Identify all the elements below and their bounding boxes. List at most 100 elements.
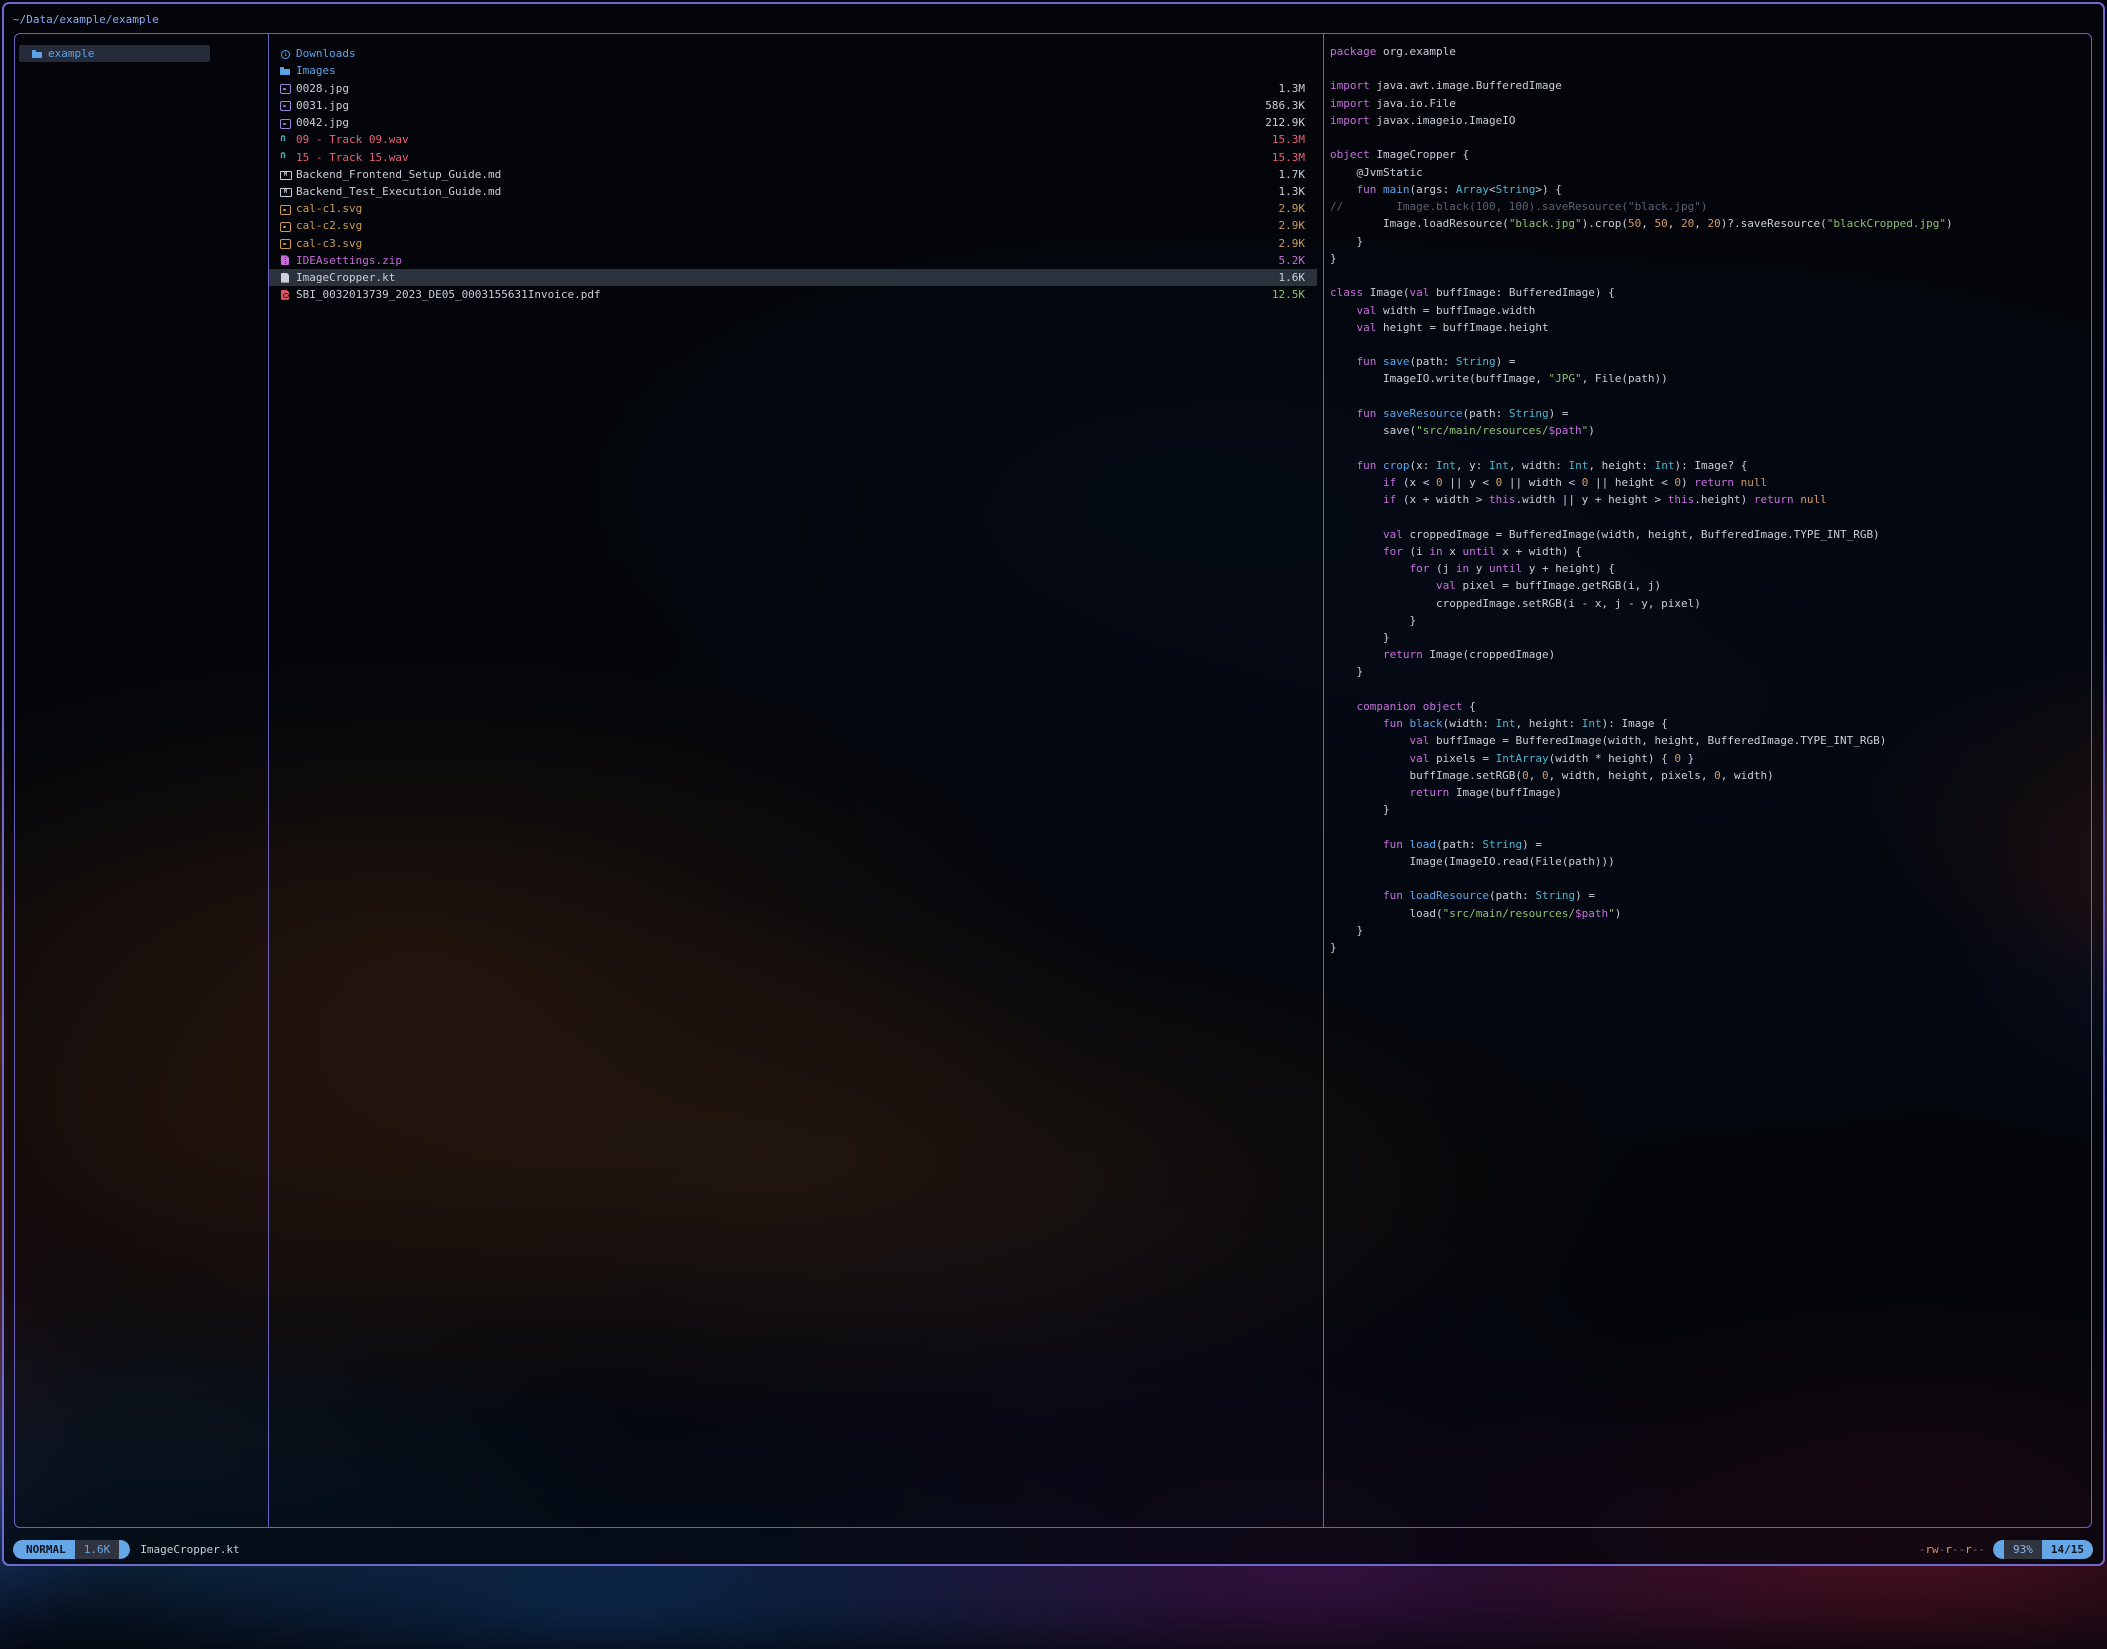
code-line: fun main(args: Array<String>) { bbox=[1330, 183, 2090, 200]
file-row[interactable]: cal-c2.svg 2.9K bbox=[269, 217, 1317, 234]
code-line: } bbox=[1330, 614, 2090, 631]
code-line: package org.example bbox=[1330, 45, 2090, 62]
image-icon bbox=[280, 203, 291, 215]
file-name: cal-c3.svg bbox=[296, 237, 362, 250]
code-line: return Image(buffImage) bbox=[1330, 786, 2090, 803]
permissions-text: -rw-r--r-- bbox=[1919, 1543, 1985, 1556]
panes-frame: example Downloads Images 0028.jpg1.3M0031.… bbox=[14, 33, 2092, 1528]
code-token: height = buffImage.height bbox=[1376, 321, 1548, 334]
status-bar: NORMAL 1.6K ImageCropper.kt -rw-r--r-- 9… bbox=[13, 1540, 2093, 1559]
code-token: companion bbox=[1357, 700, 1417, 713]
code-token: 0 bbox=[1542, 769, 1549, 782]
code-token: (width * height) { bbox=[1549, 752, 1675, 765]
file-name: cal-c2.svg bbox=[296, 219, 362, 232]
code-token: || width < bbox=[1502, 476, 1581, 489]
code-token: Array bbox=[1456, 183, 1489, 196]
code-token: until bbox=[1462, 545, 1495, 558]
code-token: ) = bbox=[1549, 407, 1569, 420]
code-token: (i bbox=[1403, 545, 1430, 558]
code-token: fun bbox=[1357, 355, 1377, 368]
file-row[interactable]: 15 - Track 15.wav15.3M bbox=[269, 148, 1317, 165]
permission-char: r bbox=[1965, 1543, 1972, 1556]
code-token: ) = bbox=[1522, 838, 1542, 851]
code-line: val buffImage = BufferedImage(width, hei… bbox=[1330, 734, 2090, 751]
code-token: } bbox=[1681, 752, 1694, 765]
parent-pane[interactable]: example bbox=[16, 34, 268, 1527]
code-token: ) bbox=[1588, 424, 1595, 437]
image-icon bbox=[280, 99, 291, 111]
code-token: this bbox=[1668, 493, 1695, 506]
file-row[interactable]: cal-c1.svg2.9K bbox=[269, 200, 1317, 217]
code-token: val bbox=[1357, 304, 1377, 317]
code-token bbox=[1330, 183, 1357, 196]
code-token: , bbox=[1641, 217, 1654, 230]
file-name: Images bbox=[296, 64, 336, 77]
permission-char: r bbox=[1925, 1543, 1932, 1556]
code-token: 50 bbox=[1655, 217, 1668, 230]
code-token: ) bbox=[1615, 907, 1622, 920]
code-line: object ImageCropper { bbox=[1330, 148, 2090, 165]
code-token: object bbox=[1330, 148, 1370, 161]
code-token bbox=[1376, 459, 1383, 472]
code-token: 0 bbox=[1436, 476, 1443, 489]
file-name: Backend_Frontend_Setup_Guide.md bbox=[296, 168, 501, 181]
file-row[interactable]: Images bbox=[269, 62, 1317, 79]
file-row[interactable]: Downloads bbox=[269, 45, 1317, 62]
code-line bbox=[1330, 131, 2090, 148]
file-row[interactable]: 0042.jpg212.9K bbox=[269, 114, 1317, 131]
code-token: import bbox=[1330, 114, 1370, 127]
code-line bbox=[1330, 441, 2090, 458]
code-token bbox=[1330, 528, 1383, 541]
code-line: ImageIO.write(buffImage, "JPG", File(pat… bbox=[1330, 372, 2090, 389]
code-token: , bbox=[1529, 769, 1542, 782]
audio-icon bbox=[280, 134, 291, 146]
file-name: IDEAsettings.zip bbox=[296, 254, 402, 267]
code-line: load("src/main/resources/$path") bbox=[1330, 907, 2090, 924]
code-token: y bbox=[1469, 562, 1489, 575]
code-line: } bbox=[1330, 924, 2090, 941]
code-token: until bbox=[1489, 562, 1522, 575]
code-token: (args: bbox=[1410, 183, 1456, 196]
file-size: 1.3K bbox=[1279, 185, 1306, 198]
image-icon bbox=[280, 82, 291, 94]
code-token: // Image.black(100, 100).saveResource("b… bbox=[1330, 200, 1708, 213]
code-token: "blackCropped.jpg" bbox=[1827, 217, 1946, 230]
code-token: val bbox=[1436, 579, 1456, 592]
file-row[interactable]: 0031.jpg586.3K bbox=[269, 97, 1317, 114]
file-size: 2.9K bbox=[1279, 219, 1306, 232]
code-token: } bbox=[1330, 941, 1337, 954]
file-row[interactable]: 0028.jpg1.3M bbox=[269, 79, 1317, 96]
code-line: if (x + width > this.width || y + height… bbox=[1330, 493, 2090, 510]
code-token: } bbox=[1330, 631, 1390, 644]
code-line: val croppedImage = BufferedImage(width, … bbox=[1330, 528, 2090, 545]
code-token: for bbox=[1383, 545, 1403, 558]
code-token: String bbox=[1509, 407, 1549, 420]
file-row[interactable]: IDEAsettings.zip 5.2K bbox=[269, 252, 1317, 269]
code-line: return Image(croppedImage) bbox=[1330, 648, 2090, 665]
code-token: (path: bbox=[1410, 355, 1456, 368]
code-token: , height: bbox=[1515, 717, 1581, 730]
file-row[interactable]: ImageCropper.kt1.6K bbox=[269, 269, 1317, 286]
code-line: buffImage.setRGB(0, 0, width, height, pi… bbox=[1330, 769, 2090, 786]
file-row[interactable]: Backend_Frontend_Setup_Guide.md1.7K bbox=[269, 166, 1317, 183]
file-list-pane[interactable]: Downloads Images 0028.jpg1.3M0031.jpg586.3… bbox=[269, 34, 1323, 1527]
code-token: return bbox=[1383, 648, 1423, 661]
file-row[interactable]: cal-c3.svg2.9K bbox=[269, 235, 1317, 252]
parent-dir-item[interactable]: example bbox=[19, 45, 210, 62]
code-token: , width) bbox=[1721, 769, 1774, 782]
code-token: || height < bbox=[1588, 476, 1674, 489]
file-row[interactable]: 09 - Track 09.wav15.3M bbox=[269, 131, 1317, 148]
code-token: import bbox=[1330, 79, 1370, 92]
file-row[interactable]: SBI_0032013739_2023_DE05_0003155631Invoi… bbox=[269, 286, 1317, 303]
code-line: fun load(path: String) = bbox=[1330, 838, 2090, 855]
code-token: fun bbox=[1357, 183, 1377, 196]
file-row[interactable]: Backend_Test_Execution_Guide.md1.3K bbox=[269, 183, 1317, 200]
code-token bbox=[1376, 407, 1383, 420]
code-token: } bbox=[1330, 235, 1363, 248]
code-token: { bbox=[1462, 700, 1475, 713]
code-token: croppedImage = BufferedImage(width, heig… bbox=[1403, 528, 1880, 541]
status-filename: ImageCropper.kt bbox=[140, 1543, 239, 1556]
image-icon bbox=[280, 220, 291, 232]
code-line: fun saveResource(path: String) = bbox=[1330, 407, 2090, 424]
file-size: 5.2K bbox=[1279, 254, 1306, 267]
